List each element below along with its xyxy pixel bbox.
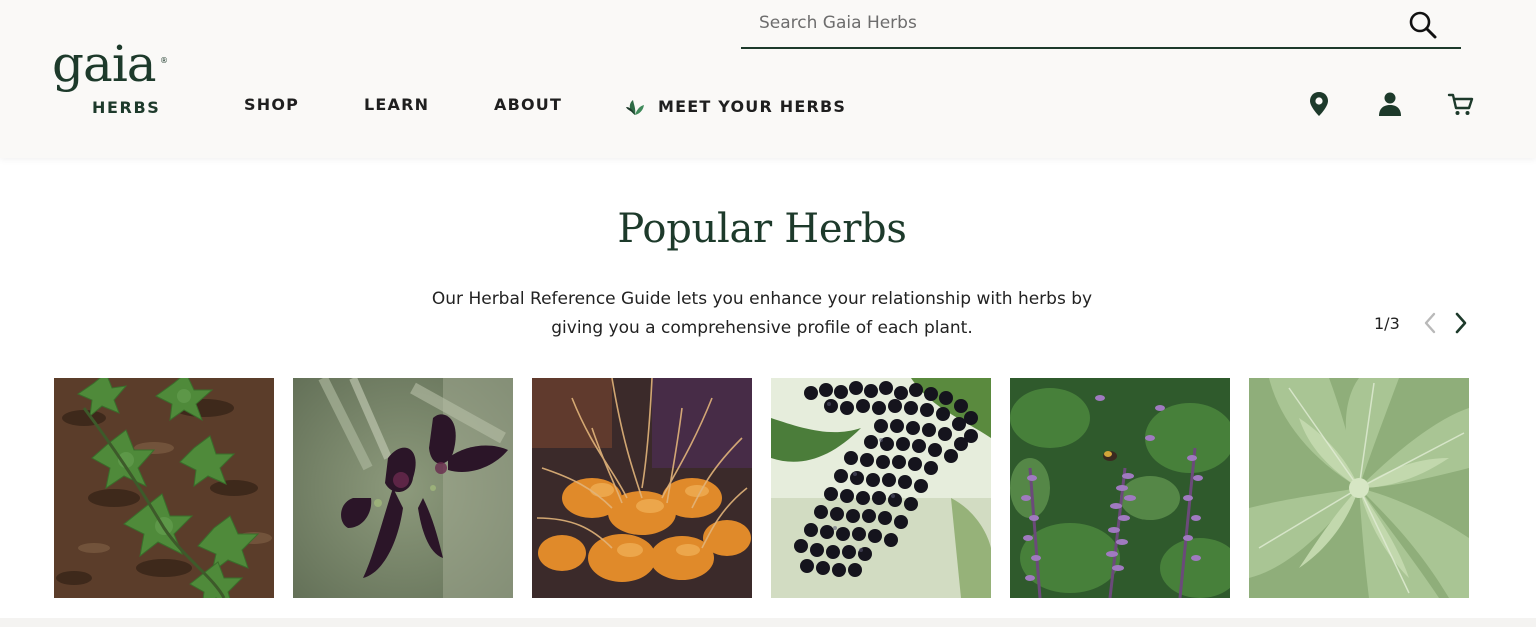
logo-word: gaia [52,35,157,93]
ashwagandha-image [1249,378,1469,598]
turmeric-image [532,378,752,598]
logo-registered-mark: ® [160,56,168,65]
holy-basil-image [1010,378,1230,598]
leaf-icon [626,100,644,115]
herb-tile-elderberry[interactable] [771,378,991,598]
herb-carousel [54,378,1469,598]
gaia-herbs-logo[interactable]: gaia ® HERBS [52,35,170,121]
elderberry-image [771,378,991,598]
nav-meet-your-herbs[interactable]: MEET YOUR HERBS [624,95,846,117]
nav-shop[interactable]: SHOP [244,95,299,117]
logo-sub: HERBS [92,98,161,117]
account-icon[interactable] [1376,90,1404,118]
herb-tile-holy-basil[interactable] [1010,378,1230,598]
herb-tile-turmeric[interactable] [532,378,752,598]
chevron-right-icon[interactable] [1448,310,1474,336]
chevron-left-icon[interactable] [1418,310,1444,336]
search-icon[interactable] [1408,10,1438,40]
site-header: gaia ® HERBS SHOP LEARN ABOUT MEET YOUR … [0,0,1536,158]
footer-band [0,618,1536,627]
subtitle-line-1: Our Herbal Reference Guide lets you enha… [431,289,1093,309]
herb-tile-ivy[interactable] [54,378,274,598]
cart-icon[interactable] [1447,90,1475,118]
location-pin-icon[interactable] [1305,90,1333,118]
pager-count: 1/3 [1374,313,1400,333]
orchid-image [293,378,513,598]
search-bar [741,0,1461,49]
section-title: Popular Herbs [617,206,907,252]
herb-tile-orchid[interactable] [293,378,513,598]
herb-tile-ashwagandha[interactable] [1249,378,1469,598]
carousel-pager: 1/3 [1374,310,1474,336]
subtitle-line-2: giving you a comprehensive profile of ea… [551,318,973,338]
nav-about[interactable]: ABOUT [494,95,562,117]
section-subtitle: Our Herbal Reference Guide lets you enha… [412,285,1112,343]
search-input[interactable] [759,9,1379,37]
nav-meet-label: MEET YOUR HERBS [658,96,847,116]
nav-learn[interactable]: LEARN [364,95,429,117]
ivy-image [54,378,274,598]
